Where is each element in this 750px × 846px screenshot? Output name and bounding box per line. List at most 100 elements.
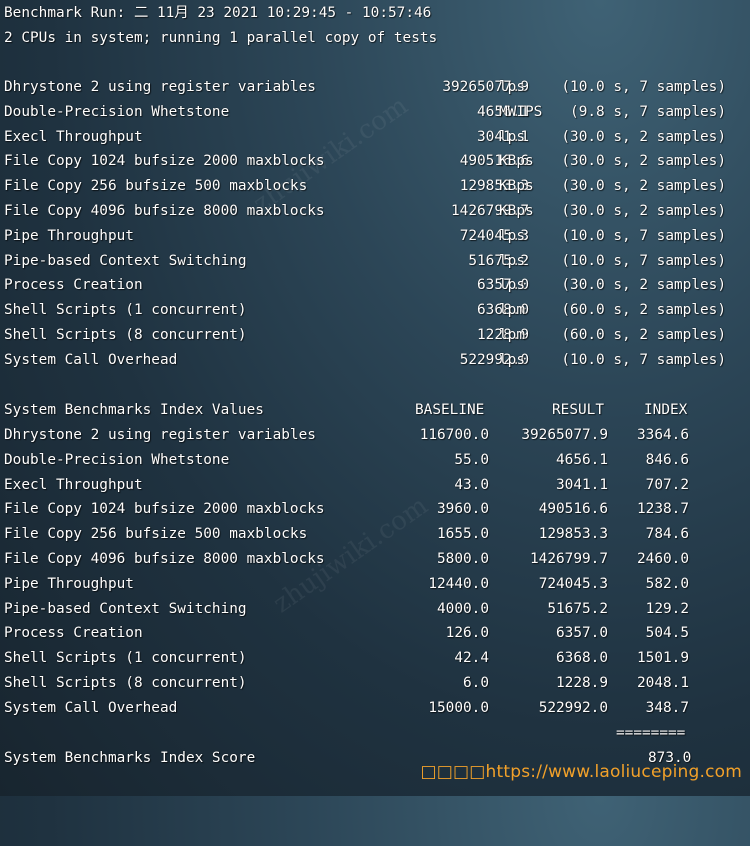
index-row-baseline: 4000.0 bbox=[437, 600, 489, 617]
watermark-prefix: □□□□ bbox=[420, 762, 486, 782]
index-table-row: Pipe Throughput 12440.0 724045.3 582.0 bbox=[4, 572, 750, 597]
test-detail: (10.0 s, 7 samples) bbox=[561, 79, 726, 95]
index-row-name: Shell Scripts (8 concurrent) bbox=[4, 675, 247, 691]
index-row-name: Execl Throughput bbox=[4, 476, 143, 493]
index-row-baseline: 42.4 bbox=[454, 650, 489, 667]
test-unit: lps bbox=[499, 227, 525, 244]
test-result-row: Shell Scripts (8 concurrent) 1228.9 lpm (60… bbox=[4, 323, 750, 348]
index-score-label: System Benchmarks Index Score bbox=[4, 750, 256, 766]
index-row-result: 129853.3 bbox=[538, 526, 608, 543]
index-row-index: 784.6 bbox=[645, 526, 689, 543]
test-detail: (30.0 s, 2 samples) bbox=[561, 178, 726, 195]
index-table-row: Dhrystone 2 using register variables 1167… bbox=[4, 423, 750, 448]
test-result-row: Shell Scripts (1 concurrent) 6368.0 lpm (60… bbox=[4, 298, 750, 323]
test-detail: (10.0 s, 7 samples) bbox=[561, 252, 726, 269]
index-row-index: 1238.7 bbox=[637, 501, 689, 518]
test-unit: KBps bbox=[499, 178, 534, 195]
test-unit: MWIPS bbox=[499, 103, 543, 120]
test-result-row: Process Creation 6357.0 lps (30.0 s, 2 samp… bbox=[4, 273, 750, 298]
test-name: Double-Precision Whetstone bbox=[4, 103, 230, 120]
test-detail: (9.8 s, 7 samples) bbox=[570, 103, 726, 120]
test-unit: lpm bbox=[499, 302, 525, 319]
test-detail: (30.0 s, 2 samples) bbox=[561, 203, 726, 219]
index-row-index: 846.6 bbox=[645, 451, 689, 468]
index-row-index: 582.0 bbox=[645, 575, 689, 592]
index-row-baseline: 12440.0 bbox=[428, 575, 489, 592]
cpu-info-line: 2 CPUs in system; running 1 parallel cop… bbox=[4, 26, 437, 51]
test-name: Pipe Throughput bbox=[4, 227, 134, 244]
index-row-baseline: 116700.0 bbox=[419, 427, 489, 443]
test-detail: (30.0 s, 2 samples) bbox=[561, 128, 726, 145]
test-name: Pipe-based Context Switching bbox=[4, 252, 247, 269]
index-table-row: Execl Throughput 43.0 3041.1 707.2 bbox=[4, 473, 750, 498]
test-unit: lps bbox=[499, 79, 525, 95]
test-unit: lps bbox=[499, 277, 525, 294]
run-header-text: Benchmark Run: 二 11月 23 2021 10:29:45 - … bbox=[4, 5, 432, 21]
index-row-result: 4656.1 bbox=[556, 451, 608, 468]
test-name: Shell Scripts (8 concurrent) bbox=[4, 327, 247, 343]
index-row-index: 129.2 bbox=[645, 600, 689, 617]
index-row-result: 6357.0 bbox=[556, 625, 608, 642]
index-row-name: Double-Precision Whetstone bbox=[4, 451, 230, 468]
site-watermark: □□□□https://www.laoliuceping.com bbox=[420, 762, 742, 782]
index-row-result: 724045.3 bbox=[538, 575, 608, 592]
index-row-result: 522992.0 bbox=[538, 699, 608, 716]
test-result-row: System Call Overhead 522992.0 lps (10.0 s, … bbox=[4, 348, 750, 373]
index-table-row: File Copy 4096 bufsize 8000 maxblocks 580… bbox=[4, 547, 750, 572]
index-row-baseline: 1655.0 bbox=[437, 526, 489, 543]
test-unit: lps bbox=[499, 351, 525, 368]
result-column-header: RESULT bbox=[552, 402, 604, 418]
test-result-row: Dhrystone 2 using register variables 3926… bbox=[4, 75, 750, 100]
test-result-row: Double-Precision Whetstone 4656.1 MWIPS (9.… bbox=[4, 100, 750, 125]
separator-line: ======== bbox=[4, 721, 685, 746]
test-detail: (30.0 s, 2 samples) bbox=[561, 153, 726, 170]
index-row-result: 39265077.9 bbox=[521, 427, 608, 443]
watermark-url: https://www.laoliuceping.com bbox=[485, 762, 742, 782]
index-row-name: File Copy 256 bufsize 500 maxblocks bbox=[4, 526, 308, 543]
index-row-baseline: 55.0 bbox=[454, 451, 489, 468]
index-row-name: Pipe-based Context Switching bbox=[4, 600, 247, 617]
index-row-index: 1501.9 bbox=[637, 650, 689, 667]
index-row-index: 504.5 bbox=[645, 625, 689, 642]
test-name: System Call Overhead bbox=[4, 351, 178, 368]
test-detail: (60.0 s, 2 samples) bbox=[561, 302, 726, 319]
index-row-name: Shell Scripts (1 concurrent) bbox=[4, 650, 247, 667]
test-result-row: File Copy 1024 bufsize 2000 maxblocks 490… bbox=[4, 149, 750, 174]
test-name: File Copy 1024 bufsize 2000 maxblocks bbox=[4, 153, 325, 170]
test-result-row: Pipe-based Context Switching 51675.2 lps (1… bbox=[4, 249, 750, 274]
test-result-row: File Copy 256 bufsize 500 maxblocks 12985… bbox=[4, 174, 750, 199]
test-detail: (60.0 s, 2 samples) bbox=[561, 327, 726, 343]
test-detail: (10.0 s, 7 samples) bbox=[561, 351, 726, 368]
test-unit: lpm bbox=[499, 327, 525, 343]
index-row-result: 51675.2 bbox=[547, 600, 608, 617]
test-unit: KBps bbox=[499, 203, 534, 219]
test-unit: KBps bbox=[499, 153, 534, 170]
index-row-index: 2048.1 bbox=[637, 675, 689, 691]
index-row-baseline: 43.0 bbox=[454, 476, 489, 493]
index-row-baseline: 6.0 bbox=[463, 675, 489, 691]
index-row-index: 707.2 bbox=[645, 476, 689, 493]
index-separator: ======== bbox=[616, 725, 686, 741]
index-column-header: INDEX bbox=[644, 402, 688, 418]
index-row-name: System Call Overhead bbox=[4, 699, 178, 716]
index-table-row: File Copy 256 bufsize 500 maxblocks 1655.… bbox=[4, 522, 750, 547]
index-table-row: Process Creation 126.0 6357.0 504.5 bbox=[4, 621, 750, 646]
index-row-name: File Copy 4096 bufsize 8000 maxblocks bbox=[4, 551, 325, 567]
index-row-index: 2460.0 bbox=[637, 551, 689, 567]
baseline-column-header: BASELINE bbox=[415, 402, 485, 418]
index-table-row: File Copy 1024 bufsize 2000 maxblocks 396… bbox=[4, 497, 750, 522]
index-table-header: System Benchmarks Index Values BASELINE … bbox=[4, 398, 687, 423]
index-row-result: 1426799.7 bbox=[530, 551, 608, 567]
test-detail: (10.0 s, 7 samples) bbox=[561, 227, 726, 244]
test-result-row: Execl Throughput 3041.1 lps (30.0 s, 2 samp… bbox=[4, 125, 750, 150]
test-result-row: File Copy 4096 bufsize 8000 maxblocks 142… bbox=[4, 199, 750, 224]
test-name: Process Creation bbox=[4, 277, 143, 294]
index-table-row: System Call Overhead 15000.0 522992.0 348.7 bbox=[4, 696, 750, 721]
index-row-index: 348.7 bbox=[645, 699, 689, 716]
index-row-result: 6368.0 bbox=[556, 650, 608, 667]
test-name: Execl Throughput bbox=[4, 128, 143, 145]
index-row-name: Process Creation bbox=[4, 625, 143, 642]
index-row-name: Pipe Throughput bbox=[4, 575, 134, 592]
test-name: Shell Scripts (1 concurrent) bbox=[4, 302, 247, 319]
index-row-baseline: 126.0 bbox=[445, 625, 489, 642]
